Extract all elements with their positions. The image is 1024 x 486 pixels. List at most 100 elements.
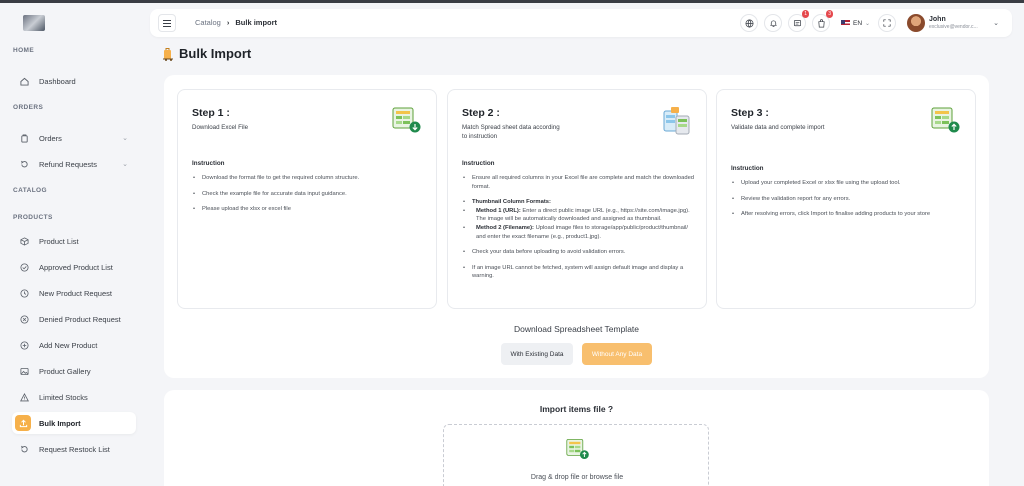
image-icon: [17, 364, 31, 378]
method-2-label: Method 2 (Filename):: [476, 224, 534, 231]
sidebar-item-orders[interactable]: Orders ⌄: [12, 127, 136, 149]
section-catalog: CATALOG: [13, 187, 47, 194]
top-header: Catalog › Bulk import 1 3 EN ⌄ John excl…: [150, 9, 1012, 37]
avatar: [907, 14, 925, 32]
sidebar-item-label: Product Gallery: [39, 366, 91, 376]
list-item: Check your data before uploading to avoi…: [462, 248, 694, 257]
sidebar-item-approved-product-list[interactable]: Approved Product List: [12, 256, 136, 278]
sidebar-item-denied-product-request[interactable]: Denied Product Request: [12, 308, 136, 330]
section-orders: ORDERS: [13, 104, 44, 111]
home-icon: [17, 74, 31, 88]
sidebar-item-add-new-product[interactable]: Add New Product: [12, 334, 136, 356]
excel-download-icon: [392, 106, 422, 139]
page-title: Bulk Import: [162, 46, 251, 61]
orders-button[interactable]: 3: [812, 10, 833, 32]
list-item: If an image URL cannot be fetched, syste…: [462, 264, 694, 281]
user-menu[interactable]: John exclusive@vendor.c... ⌄: [907, 12, 1001, 34]
list-item: Review the validation report for any err…: [731, 195, 963, 204]
message-icon: [793, 19, 801, 26]
sidebar-item-refund-requests[interactable]: Refund Requests ⌄: [12, 153, 136, 175]
sidebar-item-product-gallery[interactable]: Product Gallery: [12, 360, 136, 382]
sidebar-item-limited-stocks[interactable]: Limited Stocks: [12, 386, 136, 408]
breadcrumb-separator-icon: ›: [226, 18, 230, 27]
method-1-label: Method 1 (URL):: [476, 207, 521, 214]
sidebar-item-label: Request Restock List: [39, 444, 110, 454]
upload-icon: [15, 415, 31, 431]
file-dropzone[interactable]: Drag & drop file or browse file: [443, 424, 709, 486]
globe-button[interactable]: [740, 14, 758, 32]
sidebar-item-dashboard[interactable]: Dashboard: [12, 70, 136, 92]
sidebar-item-label: Orders: [39, 133, 62, 143]
list-item: Check the example file for accurate data…: [192, 190, 424, 199]
breadcrumb: Catalog › Bulk import: [195, 18, 277, 27]
step-subtitle: Download Excel File: [192, 124, 249, 131]
sidebar-item-request-restock-list[interactable]: Request Restock List: [12, 438, 136, 460]
orders-badge: 3: [826, 10, 833, 18]
notifications-button[interactable]: [764, 14, 782, 32]
user-email: exclusive@vendor.c...: [929, 23, 978, 30]
instruction-list: Ensure all required columns in your Exce…: [462, 174, 694, 288]
step-title: Step 3 :: [731, 107, 769, 119]
step-title: Step 1 :: [192, 107, 230, 119]
sidebar-item-label: Add New Product: [39, 340, 98, 350]
orders-icon: [17, 131, 31, 145]
instruction-label: Instruction: [192, 160, 225, 167]
steps-card: Step 1 : Download Excel File Instruction…: [164, 75, 989, 378]
breadcrumb-catalog[interactable]: Catalog: [195, 18, 221, 27]
sidebar-item-label: Approved Product List: [39, 262, 113, 272]
thumbnail-formats-heading: Thumbnail Column Formats:: [472, 199, 551, 206]
chevron-down-icon: ⌄: [993, 20, 999, 27]
box-icon: [17, 234, 31, 248]
sidebar-item-bulk-import[interactable]: Bulk Import: [12, 412, 136, 434]
bell-icon: [769, 19, 777, 27]
without-any-data-button[interactable]: Without Any Data: [582, 343, 652, 365]
language-label: EN: [853, 19, 863, 27]
fullscreen-icon: [883, 19, 891, 27]
top-bar-line: [0, 0, 1024, 3]
sidebar-item-label: New Product Request: [39, 288, 112, 298]
language-selector[interactable]: EN ⌄: [838, 14, 872, 32]
bag-icon: [817, 18, 825, 27]
with-existing-data-button[interactable]: With Existing Data: [501, 343, 573, 365]
excel-validate-icon: [931, 106, 961, 139]
messages-badge: 1: [802, 10, 809, 18]
x-circle-icon: [17, 312, 31, 326]
warning-icon: [17, 390, 31, 404]
plus-circle-icon: [17, 338, 31, 352]
chevron-down-icon: ⌄: [122, 135, 128, 142]
import-card: Import items file ? Drag & drop file or …: [164, 390, 989, 486]
step-subtitle: Match Spread sheet data according to ins…: [462, 124, 560, 140]
fullscreen-button[interactable]: [878, 14, 896, 32]
sidebar-item-label: Limited Stocks: [39, 392, 88, 402]
sidebar-item-label: Dashboard: [39, 76, 76, 86]
step-2-card: Step 2 : Match Spread sheet data accordi…: [447, 89, 707, 309]
list-item-method-1: Method 1 (URL): Enter a direct public im…: [462, 207, 694, 224]
list-item: Ensure all required columns in your Exce…: [462, 174, 694, 191]
app-logo[interactable]: [23, 15, 45, 31]
dropzone-text: Drag & drop file or browse file: [530, 474, 624, 481]
step-subtitle: Validate data and complete import: [731, 124, 825, 131]
instruction-label: Instruction: [462, 160, 495, 167]
sidebar-item-label: Bulk Import: [39, 418, 81, 428]
check-circle-icon: [17, 260, 31, 274]
list-item: Please upload the xlsx or excel file: [192, 205, 424, 214]
instruction-list: Download the format file to get the requ…: [192, 174, 424, 221]
step-3-card: Step 3 : Validate data and complete impo…: [716, 89, 976, 309]
restock-icon: [17, 442, 31, 456]
sidebar: HOME Dashboard ORDERS Orders ⌄ Refund Re…: [0, 3, 150, 486]
sidebar-item-new-product-request[interactable]: New Product Request: [12, 282, 136, 304]
sidebar-item-product-list[interactable]: Product List: [12, 230, 136, 252]
user-name: John: [929, 15, 946, 23]
section-home: HOME: [13, 47, 35, 54]
chevron-down-icon: ⌄: [122, 161, 128, 168]
list-item-method-2: Method 2 (Filename): Upload image files …: [462, 224, 694, 241]
globe-icon: [745, 19, 753, 28]
messages-button[interactable]: 1: [788, 10, 809, 32]
section-products: PRODUCTS: [13, 214, 53, 221]
menu-toggle-button[interactable]: [158, 14, 176, 32]
breadcrumb-current: Bulk import: [235, 18, 278, 27]
refund-icon: [17, 157, 31, 171]
sidebar-item-label: Product List: [39, 236, 79, 246]
chevron-down-icon: ⌄: [865, 20, 871, 27]
list-item: Download the format file to get the requ…: [192, 174, 424, 183]
